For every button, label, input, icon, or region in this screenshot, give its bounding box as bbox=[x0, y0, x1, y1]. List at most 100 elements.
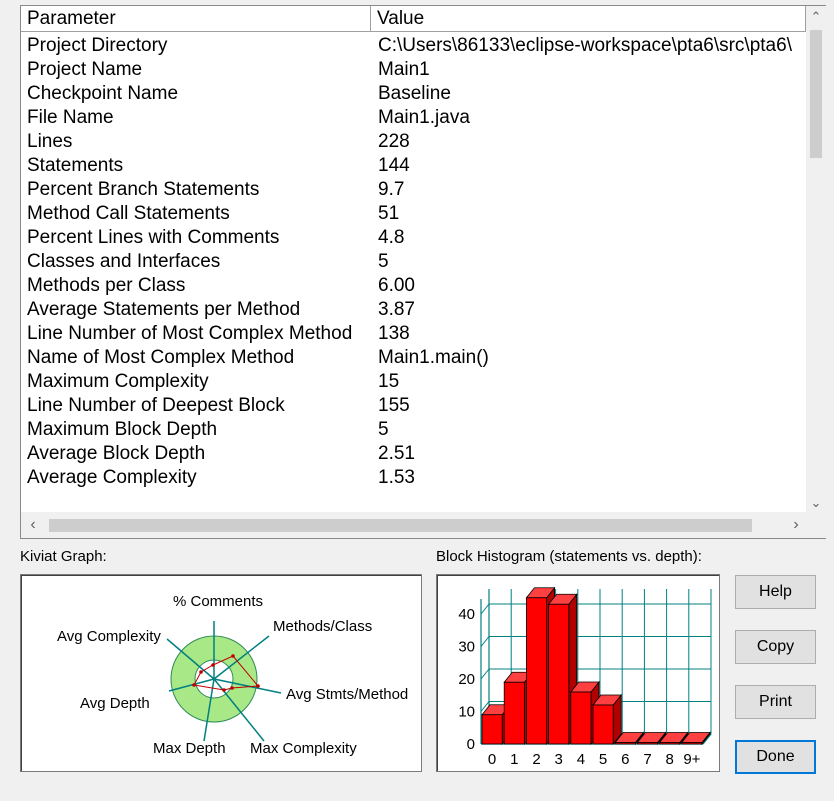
kiviat-point bbox=[231, 654, 235, 658]
table-row[interactable]: Maximum Block Depth 5 bbox=[21, 418, 806, 442]
parameter-cell: File Name bbox=[27, 107, 114, 128]
value-cell: 5 bbox=[378, 419, 389, 440]
vertical-scrollbar[interactable]: ⌃ ⌄ bbox=[806, 6, 826, 512]
parameter-cell: Maximum Block Depth bbox=[27, 419, 218, 440]
kiviat-point bbox=[211, 663, 215, 667]
table-row[interactable]: Percent Branch Statements 9.7 bbox=[21, 178, 806, 202]
done-button[interactable]: Done bbox=[735, 740, 816, 774]
table-row[interactable]: Checkpoint Name Baseline bbox=[21, 82, 806, 106]
histogram-x-ticks: 0 1 2 3 4 5 6 7 8 9+ bbox=[488, 751, 701, 768]
kiviat-point bbox=[199, 670, 203, 674]
value-cell: 15 bbox=[378, 371, 400, 392]
table-header: Parameter Value bbox=[21, 6, 806, 32]
histogram-bar-front bbox=[592, 704, 614, 745]
kiviat-axis-label-avg-depth: Avg Depth bbox=[80, 695, 150, 712]
histogram-x-tick-label: 4 bbox=[577, 751, 585, 768]
parameter-cell: Project Name bbox=[27, 59, 143, 80]
kiviat-axis-label-comments: % Comments bbox=[173, 593, 263, 610]
value-cell: 1.53 bbox=[378, 467, 415, 488]
value-cell: 4.8 bbox=[378, 227, 405, 248]
histogram-bar-front bbox=[570, 691, 592, 745]
histogram-y-tick-label: 30 bbox=[458, 639, 475, 656]
value-cell: 138 bbox=[378, 323, 410, 344]
horizontal-scrollbar[interactable]: ‹ › bbox=[21, 512, 806, 538]
histogram-x-tick-label: 8 bbox=[666, 751, 674, 768]
histogram-bar-front bbox=[614, 742, 636, 745]
horizontal-scroll-thumb[interactable] bbox=[49, 519, 752, 532]
vertical-scroll-thumb[interactable] bbox=[810, 30, 822, 158]
kiviat-metrics-dialog: Parameter Value Project Directory C:\User… bbox=[0, 0, 834, 801]
table-row[interactable]: Average Statements per Method 3.87 bbox=[21, 298, 806, 322]
parameter-cell: Maximum Complexity bbox=[27, 371, 209, 392]
table-row[interactable]: Classes and Interfaces 5 bbox=[21, 250, 806, 274]
table-row[interactable]: Average Complexity 1.53 bbox=[21, 466, 806, 490]
copy-button[interactable]: Copy bbox=[735, 630, 816, 664]
table-row[interactable]: Line Number of Most Complex Method 138 bbox=[21, 322, 806, 346]
kiviat-point bbox=[222, 688, 226, 692]
histogram-bar-front bbox=[681, 742, 703, 745]
value-cell: C:\Users\86133\eclipse-workspace\pta6\sr… bbox=[378, 35, 792, 56]
value-cell: 3.87 bbox=[378, 299, 415, 320]
metrics-table[interactable]: Parameter Value Project Directory C:\User… bbox=[20, 5, 826, 539]
histogram-y-tick-label: 40 bbox=[458, 606, 475, 623]
column-header-value[interactable]: Value bbox=[371, 6, 806, 32]
kiviat-axis-label-avg-stmts-per-method: Avg Stmts/Method bbox=[286, 686, 408, 703]
histogram-bar-front bbox=[636, 742, 658, 745]
chevron-down-icon[interactable]: ⌄ bbox=[806, 494, 826, 512]
histogram-x-tick-label: 1 bbox=[510, 751, 518, 768]
parameter-cell: Line Number of Deepest Block bbox=[27, 395, 285, 416]
value-cell: 9.7 bbox=[378, 179, 405, 200]
table-row[interactable]: File Name Main1.java bbox=[21, 106, 806, 130]
chevron-up-icon[interactable]: ⌃ bbox=[806, 8, 826, 26]
kiviat-point bbox=[192, 683, 196, 687]
parameter-cell: Checkpoint Name bbox=[27, 83, 179, 104]
table-row[interactable]: Project Name Main1 bbox=[21, 58, 806, 82]
block-histogram-label: Block Histogram (statements vs. depth): bbox=[436, 548, 702, 565]
table-row[interactable]: Methods per Class 6.00 bbox=[21, 274, 806, 298]
print-button[interactable]: Print bbox=[735, 685, 816, 719]
table-body: Project Directory C:\Users\86133\eclipse-… bbox=[21, 34, 806, 514]
kiviat-graph-label: Kiviat Graph: bbox=[20, 548, 107, 565]
scrollbar-corner bbox=[806, 512, 826, 538]
value-cell: 5 bbox=[378, 251, 389, 272]
parameter-cell: Percent Lines with Comments bbox=[27, 227, 280, 248]
histogram-x-tick-label: 9+ bbox=[683, 751, 700, 768]
table-row[interactable]: Lines 228 bbox=[21, 130, 806, 154]
chevron-left-icon[interactable]: ‹ bbox=[23, 512, 43, 538]
parameter-cell: Method Call Statements bbox=[27, 203, 230, 224]
histogram-bar-front bbox=[503, 681, 525, 745]
histogram-y-tick-label: 20 bbox=[458, 671, 475, 688]
table-row[interactable]: Percent Lines with Comments 4.8 bbox=[21, 226, 806, 250]
help-button[interactable]: Help bbox=[735, 575, 816, 609]
histogram-x-tick-label: 6 bbox=[621, 751, 629, 768]
value-cell: 51 bbox=[378, 203, 400, 224]
kiviat-axis-label-max-depth: Max Depth bbox=[153, 740, 226, 757]
table-row[interactable]: Project Directory C:\Users\86133\eclipse-… bbox=[21, 34, 806, 58]
chevron-right-icon[interactable]: › bbox=[786, 512, 806, 538]
histogram-x-tick-label: 5 bbox=[599, 751, 607, 768]
histogram-bar-front bbox=[526, 597, 548, 745]
value-cell: Main1.main() bbox=[378, 347, 489, 368]
value-cell: Main1.java bbox=[378, 107, 470, 128]
table-row[interactable]: Line Number of Deepest Block 155 bbox=[21, 394, 806, 418]
histogram-x-tick-label: 7 bbox=[643, 751, 651, 768]
parameter-cell: Line Number of Most Complex Method bbox=[27, 323, 353, 344]
block-histogram-canvas: 010203040 0 1 2 3 4 5 6 7 8 9+ bbox=[458, 586, 712, 768]
table-row[interactable]: Name of Most Complex Method Main1.main() bbox=[21, 346, 806, 370]
parameter-cell: Percent Branch Statements bbox=[27, 179, 260, 200]
table-row[interactable]: Average Block Depth 2.51 bbox=[21, 442, 806, 466]
parameter-cell: Project Directory bbox=[27, 35, 168, 56]
histogram-x-tick-label: 0 bbox=[488, 751, 496, 768]
kiviat-graph-canvas: % Comments Methods/Class Avg Stmts/Metho… bbox=[57, 593, 408, 757]
table-row[interactable]: Maximum Complexity 15 bbox=[21, 370, 806, 394]
column-header-parameter[interactable]: Parameter bbox=[21, 6, 371, 32]
kiviat-point bbox=[256, 684, 260, 688]
block-histogram: 0 10 20 30 40 0 1 2 3 4 5 6 7 8 9+ bbox=[436, 574, 720, 772]
table-row[interactable]: Statements 144 bbox=[21, 154, 806, 178]
parameter-cell: Name of Most Complex Method bbox=[27, 347, 295, 368]
kiviat-graph: % Comments Methods/Class Avg Stmts/Metho… bbox=[20, 574, 422, 772]
histogram-bar-front bbox=[548, 603, 570, 745]
value-cell: 6.00 bbox=[378, 275, 415, 296]
histogram-y-ticks: 0 10 20 30 40 bbox=[458, 606, 475, 753]
table-row[interactable]: Method Call Statements 51 bbox=[21, 202, 806, 226]
